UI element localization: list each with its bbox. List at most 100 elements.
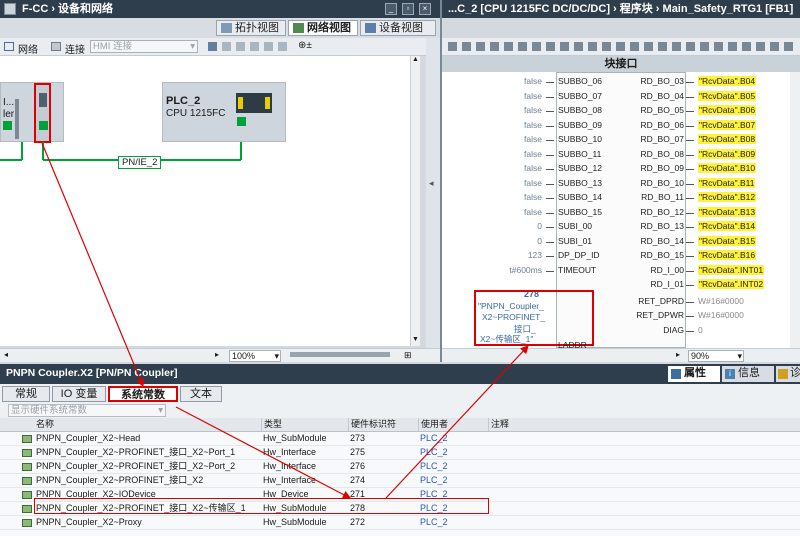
connect-button[interactable]: 连接 xyxy=(65,41,85,56)
filter-select[interactable]: 显示硬件系统常数 ▾ xyxy=(8,404,166,417)
col-type[interactable]: 类型 xyxy=(261,418,282,431)
scroll-right-icon[interactable]: ▸ xyxy=(676,350,680,359)
editor-tool-icon[interactable] xyxy=(742,42,751,51)
toolbar-icon-2[interactable] xyxy=(222,42,231,51)
output-tag[interactable]: "RcvData".B12 xyxy=(698,192,757,202)
tab-network-view[interactable]: 网络视图 xyxy=(288,20,358,36)
input-value[interactable]: t#600ms xyxy=(509,265,542,275)
editor-tool-icon[interactable] xyxy=(490,42,499,51)
editor-tool-icon[interactable] xyxy=(714,42,723,51)
input-value[interactable]: false xyxy=(524,192,542,202)
window-splitter[interactable] xyxy=(440,0,442,362)
input-value[interactable]: false xyxy=(524,178,542,188)
editor-tool-icon[interactable] xyxy=(602,42,611,51)
editor-tool-icon[interactable] xyxy=(504,42,513,51)
editor-vertical-scrollbar[interactable] xyxy=(790,72,800,348)
editor-tool-icon[interactable] xyxy=(672,42,681,51)
block-interface-header[interactable]: 块接口 xyxy=(442,56,800,72)
col-hwid[interactable]: 硬件标识符 xyxy=(348,418,396,431)
editor-tool-icon[interactable] xyxy=(700,42,709,51)
network-canvas[interactable]: I... ler PLC_2 CPU 1215FC PN/IE_2 xyxy=(0,56,420,346)
input-value[interactable]: false xyxy=(524,91,542,101)
minimize-icon[interactable]: _ xyxy=(385,3,397,15)
output-tag[interactable]: "RcvData".B15 xyxy=(698,235,757,246)
zoom-select[interactable]: 100% ▾ xyxy=(229,350,281,362)
editor-tool-icon[interactable] xyxy=(770,42,779,51)
input-value[interactable]: false xyxy=(524,120,542,130)
editor-tool-icon[interactable] xyxy=(784,42,793,51)
editor-tool-icon[interactable] xyxy=(686,42,695,51)
output-tag[interactable]: "RcvData".B11 xyxy=(698,177,756,188)
editor-tool-icon[interactable] xyxy=(574,42,583,51)
input-value[interactable]: false xyxy=(524,163,542,173)
input-value[interactable]: 0 xyxy=(537,236,542,246)
scroll-left-icon[interactable]: ◂ xyxy=(4,350,8,359)
editor-tool-icon[interactable] xyxy=(630,42,639,51)
input-value[interactable]: 0 xyxy=(537,221,542,231)
output-tag[interactable]: "RcvData".B10 xyxy=(698,163,757,173)
input-value[interactable]: false xyxy=(524,134,542,144)
scroll-up-icon[interactable]: ▲ xyxy=(412,56,419,63)
input-value[interactable]: false xyxy=(524,149,542,159)
editor-tool-icon[interactable] xyxy=(532,42,541,51)
editor-tool-icon[interactable] xyxy=(546,42,555,51)
table-row[interactable]: PNPN_Coupler_X2~PROFINET_接口_X2~Port_1 Hw_… xyxy=(0,446,800,460)
editor-tool-icon[interactable] xyxy=(588,42,597,51)
output-tag[interactable]: "RcvData".B14 xyxy=(698,221,757,231)
pn-ie-2-label[interactable]: PN/IE_2 xyxy=(118,156,162,169)
zoom-slider[interactable] xyxy=(290,352,390,357)
tab-topology-view[interactable]: 拓扑视图 xyxy=(216,20,286,36)
editor-tool-icon[interactable] xyxy=(728,42,737,51)
toolbar-icon-5[interactable] xyxy=(264,42,273,51)
output-tag[interactable]: "RcvData".B16 xyxy=(698,250,757,260)
col-name[interactable]: 名称 xyxy=(36,418,54,431)
output-tag[interactable]: "RcvData".INT02 xyxy=(698,279,765,289)
editor-tool-icon[interactable] xyxy=(518,42,527,51)
scroll-down-icon[interactable]: ▼ xyxy=(412,336,419,343)
toolbar-icon-4[interactable] xyxy=(250,42,259,51)
editor-tool-icon[interactable] xyxy=(756,42,765,51)
tab-diagnostics[interactable]: 诊 xyxy=(776,366,800,382)
fit-icon[interactable]: ⊞ xyxy=(404,350,412,361)
tab-properties[interactable]: 属性 xyxy=(668,366,720,382)
tab-texts[interactable]: 文本 xyxy=(180,386,222,402)
output-tag[interactable]: "RcvData".INT01 xyxy=(698,264,765,275)
output-tag[interactable]: "RcvData".B04 xyxy=(698,76,757,86)
restore-icon[interactable]: ▫ xyxy=(402,3,414,15)
ladder-editor-area[interactable]: false SUBBO_06 false SUBBO_07 false SUBBO_08 f… xyxy=(442,72,800,348)
zoom-icon[interactable]: ⊕± xyxy=(298,40,312,51)
tab-io-tags[interactable]: IO 变量 xyxy=(52,386,106,402)
editor-tool-icon[interactable] xyxy=(448,42,457,51)
canvas-vertical-scrollbar[interactable]: ▲ ▼ xyxy=(410,56,420,346)
tab-general[interactable]: 常规 xyxy=(2,386,50,402)
editor-tool-icon[interactable] xyxy=(560,42,569,51)
input-value[interactable]: false xyxy=(524,76,542,86)
toolbar-icon-3[interactable] xyxy=(236,42,245,51)
collapse-arrow-icon[interactable]: ◂ xyxy=(429,178,434,189)
input-value[interactable]: false xyxy=(524,207,542,217)
tab-device-view[interactable]: 设备视图 xyxy=(360,20,436,36)
editor-tool-icon[interactable] xyxy=(616,42,625,51)
col-comment[interactable]: 注释 xyxy=(488,418,509,431)
input-value[interactable]: 123 xyxy=(528,250,542,260)
output-tag[interactable]: "RcvData".B05 xyxy=(698,90,757,101)
editor-tool-icon[interactable] xyxy=(462,42,471,51)
tab-info[interactable]: i 信息 xyxy=(722,366,774,382)
editor-tool-icon[interactable] xyxy=(658,42,667,51)
output-tag[interactable]: "RcvData".B06 xyxy=(698,105,757,115)
output-value[interactable]: 0 xyxy=(698,325,703,335)
table-row[interactable]: PNPN_Coupler_X2~PROFINET_接口_X2 Hw_Interfa… xyxy=(0,474,800,488)
output-tag[interactable]: "RcvData".B07 xyxy=(698,119,757,130)
col-user[interactable]: 使用者 xyxy=(418,418,448,431)
output-tag[interactable]: "RcvData".B09 xyxy=(698,148,757,159)
left-side-collapsed-panel[interactable]: ◂ xyxy=(426,38,440,348)
table-row[interactable]: PNPN_Coupler_X2~Head Hw_SubModule 273 PLC_2 xyxy=(0,432,800,446)
editor-zoom-select[interactable]: 90% ▾ xyxy=(688,350,744,362)
network-mode-button[interactable]: 网络 xyxy=(18,41,38,56)
table-row[interactable]: PNPN_Coupler_X2~Proxy Hw_SubModule 272 PLC_… xyxy=(0,516,800,530)
output-value[interactable]: W#16#0000 xyxy=(698,296,744,306)
tab-system-constants[interactable]: 系统常数 xyxy=(108,386,178,402)
close-icon[interactable]: × xyxy=(419,3,431,15)
input-value[interactable]: false xyxy=(524,105,542,115)
scroll-right-icon[interactable]: ▸ xyxy=(215,350,219,359)
